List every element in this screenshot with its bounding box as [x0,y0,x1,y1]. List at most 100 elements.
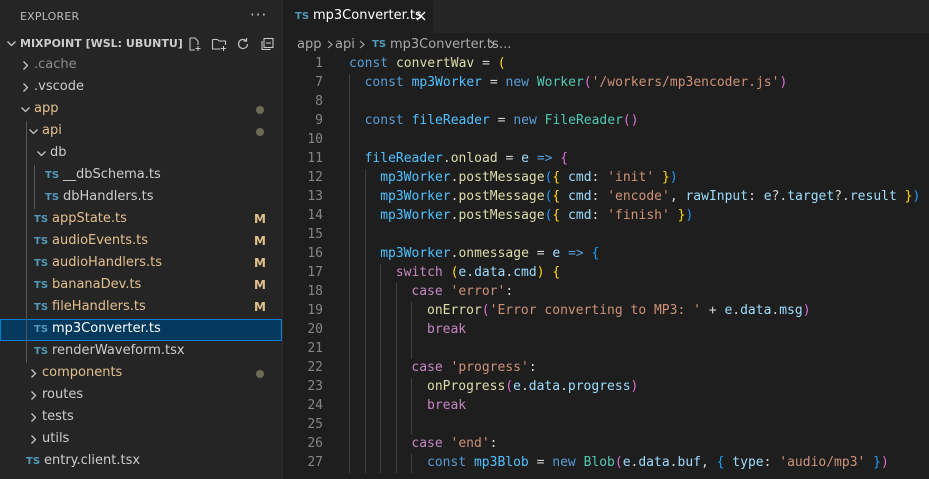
folder-item[interactable]: components [0,363,282,385]
chevron-right-icon [23,83,29,92]
file-item[interactable]: TS renderWaveform.tsx [0,341,282,363]
code-token: { [552,208,569,223]
code-token: onProgress [427,379,506,394]
code-token: cmd [568,170,592,185]
code-token: 'encode' [607,189,670,204]
file-item[interactable]: TS __dbSchema.ts [0,165,282,187]
code-token: = [528,455,553,470]
code-token: : [591,189,608,204]
line-source: const mp3Worker = new Worker('/workers/m… [365,75,788,90]
line-number: 15 [307,227,323,242]
indent-guide [349,397,350,416]
chevron-down-icon [21,107,30,113]
indent-guide [349,416,350,435]
code-token: new [552,455,584,470]
code-token: : [763,455,780,470]
indent-guide [26,121,27,363]
line-source: mp3Worker.postMessage({ cmd: 'init' }) [380,170,677,185]
item-label: mp3Converter.ts [52,321,161,336]
line-source: const fileReader = new FileReader() [365,113,639,128]
indent-guide [364,188,366,207]
code-token: mp3Blob [473,455,529,470]
file-item[interactable]: TS audioEvents.ts M [0,231,282,253]
typescript-icon: TS [45,192,60,203]
code-token: , [700,455,717,470]
indent-guide [349,340,350,359]
breadcrumb-more[interactable]: ... [499,37,511,52]
chevron-right-icon [31,435,37,444]
code-line: 9 const fileReader = new FileReader() [283,112,929,131]
refresh-icon[interactable] [235,36,251,52]
line-number: 26 [307,436,323,451]
code-line: 14 mp3Worker.postMessage({ cmd: 'finish' … [283,207,929,226]
breadcrumb-app[interactable]: app [297,37,321,52]
tab-mp3converter[interactable]: TS mp3Converter.ts [283,0,433,33]
folder-item[interactable]: app [0,99,282,121]
tab-bar: TS mp3Converter.ts [283,0,929,33]
code-token: 'error' [450,284,506,299]
explorer-header: EXPLORER ··· [0,0,282,33]
modified-badge: M [254,212,266,226]
modified-badge: M [254,300,266,314]
file-item[interactable]: TS dbHandlers.ts [0,187,282,209]
code-token: new [505,75,537,90]
code-line: 11 fileReader.onload = e => { [283,150,929,169]
close-icon[interactable] [414,9,428,23]
file-item[interactable]: TS entry.client.tsx [0,451,282,473]
folder-item[interactable]: api [0,121,282,143]
folder-item[interactable]: utils [0,429,282,451]
line-number: 10 [307,132,323,147]
code-token: break [427,322,467,337]
folder-item[interactable]: .vscode [0,77,282,99]
line-number: 9 [315,113,323,128]
indent-guide [364,378,366,397]
code-token: cmd [568,208,592,223]
typescript-icon: TS [34,324,49,335]
line-number: 25 [307,417,323,432]
code-token: { [560,151,569,166]
file-item[interactable]: TS bananaDev.ts M [0,275,282,297]
modified-dot-icon [256,128,264,136]
folder-item[interactable]: routes [0,385,282,407]
code-token: : [591,208,608,223]
indent-guide [364,245,366,264]
folder-item[interactable]: tests [0,407,282,429]
breadcrumb-api[interactable]: api [335,37,355,52]
file-item[interactable]: TS appState.ts M [0,209,282,231]
indent-guide [411,321,413,340]
more-actions-icon[interactable]: ··· [250,6,267,24]
file-item[interactable]: TS mp3Converter.ts [0,319,282,341]
line-source: break [427,322,466,337]
code-token: } [896,189,913,204]
indent-guide [349,131,350,150]
indent-guide [349,359,350,378]
item-label: dbHandlers.ts [63,189,154,204]
line-source: mp3Worker.onmessage = e => { [380,246,599,261]
file-item[interactable]: TS fileHandlers.ts M [0,297,282,319]
code-token: : [505,284,514,299]
indent-guide [411,416,413,435]
chevron-down-icon [37,151,46,157]
code-token: data [740,303,772,318]
file-item[interactable]: TS audioHandlers.ts M [0,253,282,275]
folder-item[interactable]: .cache [0,55,282,77]
collapse-all-icon[interactable] [259,36,275,52]
indent-guide [349,454,350,473]
folder-item[interactable]: db [0,143,282,165]
modified-dot-icon [256,370,264,378]
new-folder-icon[interactable] [211,36,227,52]
new-file-icon[interactable] [186,36,202,52]
workspace-root[interactable]: MIXPOINT [WSL: UBUNTU] [0,33,282,55]
item-label: db [50,145,67,160]
code-token: postMessage [458,208,545,223]
code-line: 7 const mp3Worker = new Worker('/workers/… [283,74,929,93]
modified-badge: M [254,278,266,292]
code-token: buf [677,455,701,470]
indent-guide [380,435,382,454]
code-token: onError [427,303,482,318]
breadcrumb-file[interactable]: mp3Converter.ts [390,37,499,52]
indent-guide [364,321,366,340]
code-line: 23 onProgress(e.data.progress) [283,378,929,397]
